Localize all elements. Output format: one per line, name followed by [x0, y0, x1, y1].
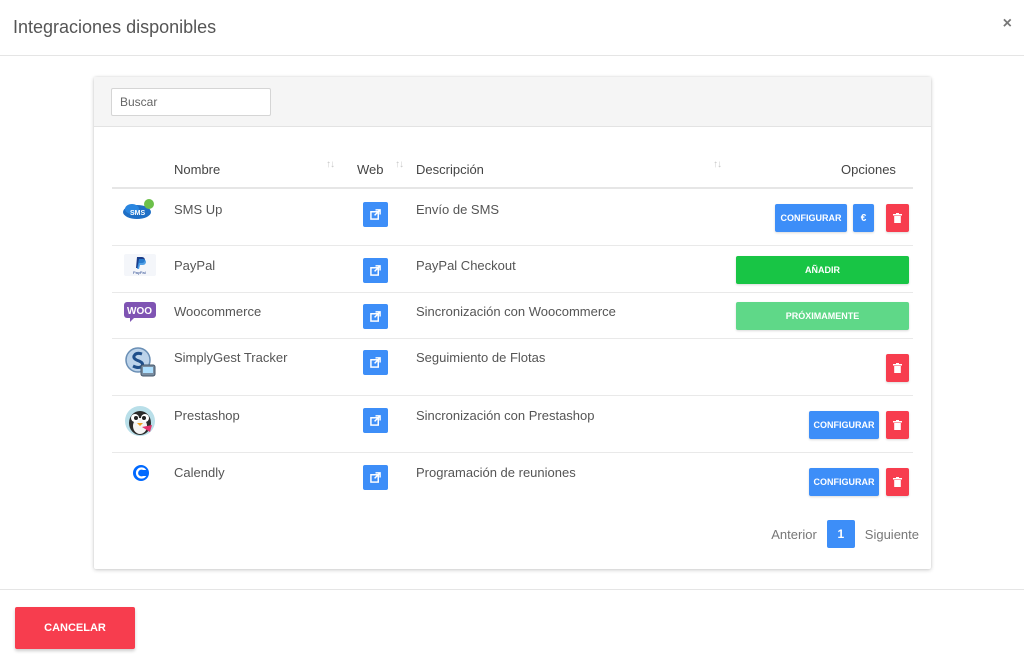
cancel-button[interactable]: CANCELAR [15, 607, 135, 649]
external-link-icon[interactable] [363, 202, 388, 227]
external-link-icon[interactable] [363, 258, 388, 283]
trash-icon [893, 477, 902, 487]
table-header: Nombre ↑↓ Web ↑↓ Descripción ↑↓ Opciones [112, 155, 913, 189]
trash-icon [893, 363, 902, 373]
table-row: SimplyGest Tracker Seguimiento de Flotas [112, 339, 913, 396]
currency-button[interactable]: € [853, 204, 874, 232]
external-link-icon[interactable] [363, 350, 388, 375]
external-link-icon[interactable] [363, 465, 388, 490]
column-header-opciones: Opciones [841, 162, 896, 177]
integration-name: Woocommerce [174, 304, 262, 319]
simplygest-logo [123, 346, 157, 383]
table-row: WOO Woocommerce Sincronización con Wooco… [112, 293, 913, 339]
paypal-logo-text: PayPal [133, 270, 146, 275]
paypal-logo: PayPal [124, 254, 156, 281]
search-input[interactable] [111, 88, 271, 116]
delete-button[interactable] [886, 204, 909, 232]
trash-icon [893, 420, 902, 430]
configure-button[interactable]: CONFIGURAR [809, 468, 879, 496]
prestashop-logo [124, 405, 156, 442]
column-header-web[interactable]: Web [357, 162, 384, 177]
integration-description: Envío de SMS [416, 202, 500, 217]
integration-name: Calendly [174, 465, 225, 480]
coming-soon-button[interactable]: PRÓXIMAMENTE [736, 302, 909, 330]
integration-description: Seguimiento de Flotas [416, 350, 546, 365]
modal-title: Integraciones disponibles [13, 17, 217, 37]
pagination-previous[interactable]: Anterior [771, 527, 817, 542]
table-row: Calendly Programación de reuniones CONFI… [112, 453, 913, 509]
delete-button[interactable] [886, 468, 909, 496]
card-toolbar [94, 77, 931, 127]
integrations-table: Nombre ↑↓ Web ↑↓ Descripción ↑↓ Opciones… [112, 155, 913, 509]
integration-description: PayPal Checkout [416, 258, 516, 273]
integration-name: SimplyGest Tracker [174, 350, 288, 365]
calendly-logo [132, 464, 150, 487]
integration-description: Sincronización con Prestashop [416, 408, 595, 423]
integration-name: PayPal [174, 258, 216, 273]
integration-description: Sincronización con Woocommerce [416, 304, 616, 319]
external-link-icon[interactable] [363, 408, 388, 433]
column-header-nombre[interactable]: Nombre [174, 162, 220, 177]
woocommerce-logo: WOO [124, 302, 156, 327]
sms-up-logo: SMS [122, 198, 156, 225]
pagination-current-page[interactable]: 1 [826, 520, 855, 548]
modal-header: Integraciones disponibles × [0, 0, 1024, 56]
woocommerce-logo-text: WOO [127, 306, 152, 317]
delete-button[interactable] [886, 411, 909, 439]
pagination: Anterior 1 Siguiente [771, 519, 919, 549]
trash-icon [893, 213, 902, 223]
sort-icon[interactable]: ↑↓ [326, 159, 335, 170]
sort-icon[interactable]: ↑↓ [713, 159, 722, 170]
close-icon[interactable]: × [1003, 15, 1012, 33]
pagination-next[interactable]: Siguiente [865, 527, 919, 542]
table-row: Prestashop Sincronización con Prestashop… [112, 396, 913, 453]
sms-up-logo-text: SMS [130, 210, 146, 217]
column-header-descripcion[interactable]: Descripción [416, 162, 484, 177]
integration-name: Prestashop [174, 408, 240, 423]
integrations-card: Nombre ↑↓ Web ↑↓ Descripción ↑↓ Opciones… [94, 77, 931, 569]
configure-button[interactable]: CONFIGURAR [775, 204, 847, 232]
configure-button[interactable]: CONFIGURAR [809, 411, 879, 439]
integration-name: SMS Up [174, 202, 223, 217]
delete-button[interactable] [886, 354, 909, 382]
table-row: SMS SMS Up Envío de SMS CONFIGURAR € [112, 189, 913, 246]
external-link-icon[interactable] [363, 304, 388, 329]
integration-description: Programación de reuniones [416, 465, 576, 480]
sort-icon[interactable]: ↑↓ [395, 159, 404, 170]
table-row: PayPal PayPal PayPal Checkout AÑADIR [112, 246, 913, 293]
add-button[interactable]: AÑADIR [736, 256, 909, 284]
modal-footer: CANCELAR [0, 589, 1024, 664]
